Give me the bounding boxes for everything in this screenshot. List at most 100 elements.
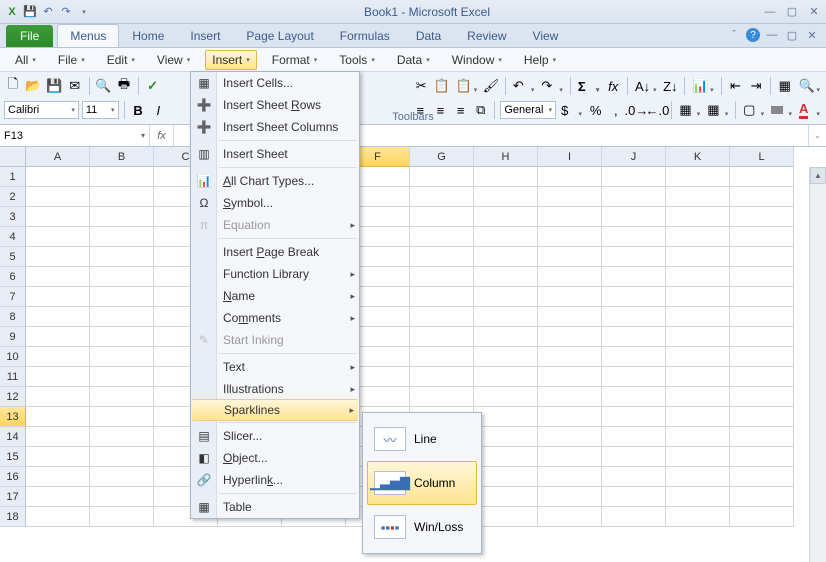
autosum-icon[interactable]: Σ (576, 77, 602, 95)
tab-page-layout[interactable]: Page Layout (233, 24, 326, 47)
menu-data[interactable]: Data▾ (390, 50, 437, 70)
undo-icon[interactable]: ↶ (511, 77, 537, 95)
menu-all[interactable]: All▾ (8, 50, 43, 70)
menu-item-hyperlink[interactable]: 🔗Hyperlink... (191, 469, 359, 491)
column-header[interactable]: G (410, 147, 474, 167)
menu-item-insert-rows[interactable]: ➕Insert Sheet Rows (191, 94, 359, 116)
row-header[interactable]: 2 (0, 187, 26, 207)
save-icon[interactable]: 💾 (45, 77, 63, 95)
column-header[interactable]: I (538, 147, 602, 167)
menu-help[interactable]: Help▾ (517, 50, 563, 70)
menu-item-page-break[interactable]: Insert Page Break (191, 241, 359, 263)
comma-icon[interactable]: , (607, 101, 624, 119)
borders-icon[interactable]: ▢ (741, 101, 766, 119)
mail-icon[interactable]: ✉ (66, 77, 84, 95)
fx-button[interactable]: fx (150, 125, 174, 146)
column-header[interactable]: K (666, 147, 730, 167)
row-header[interactable]: 8 (0, 307, 26, 327)
redo-icon[interactable]: ↷ (58, 4, 74, 20)
qat-dropdown-icon[interactable]: ▾ (76, 4, 92, 20)
column-header[interactable]: L (730, 147, 794, 167)
open-icon[interactable]: 📂 (25, 77, 43, 95)
menu-item-slicer[interactable]: ▤Slicer... (191, 425, 359, 447)
row-header[interactable]: 6 (0, 267, 26, 287)
menu-item-name[interactable]: Name▸ (191, 285, 359, 307)
sort-asc-icon[interactable]: A↓ (633, 77, 659, 95)
column-header[interactable]: J (602, 147, 666, 167)
menu-item-symbol[interactable]: ΩSymbol... (191, 192, 359, 214)
chart-icon[interactable]: 📊 (690, 77, 716, 95)
menu-format[interactable]: Format▾ (265, 50, 325, 70)
window-min-icon[interactable]: ― (764, 27, 780, 43)
row-header[interactable]: 14 (0, 427, 26, 447)
toggle-icon[interactable]: ▦ (776, 77, 794, 95)
menu-file[interactable]: File▾ (51, 50, 92, 70)
indent-icon[interactable]: ⇥ (747, 77, 765, 95)
currency-icon[interactable]: $ (559, 101, 584, 119)
column-header[interactable]: H (474, 147, 538, 167)
submenu-item-line[interactable]: 〰Line (367, 417, 477, 461)
new-icon[interactable]: 🗋 (4, 77, 22, 95)
menu-item-all-chart-types[interactable]: 📊All Chart Types... (191, 170, 359, 192)
merge-icon[interactable]: ⧉ (472, 101, 489, 119)
minimize-ribbon-icon[interactable]: ˆ (726, 27, 742, 43)
row-header[interactable]: 13 (0, 407, 26, 427)
submenu-item-column[interactable]: ▁▃▅▇Column (367, 461, 477, 505)
paste-icon[interactable]: 📋 (454, 77, 480, 95)
scroll-up-button[interactable]: ▲ (810, 167, 826, 184)
print-icon[interactable]: 🖶 (115, 77, 133, 95)
tab-insert[interactable]: Insert (177, 24, 233, 47)
number-format-combo[interactable]: General▾ (500, 101, 556, 119)
outdent-icon[interactable]: ⇤ (727, 77, 745, 95)
row-header[interactable]: 16 (0, 467, 26, 487)
window-close-icon[interactable]: ✕ (804, 27, 820, 43)
table-format-icon[interactable]: ▦ (705, 101, 730, 119)
menu-item-insert-cells[interactable]: ▦Insert Cells... (191, 72, 359, 94)
align-center-icon[interactable]: ≡ (432, 101, 449, 119)
window-restore-icon[interactable]: ▢ (784, 27, 800, 43)
help-icon[interactable]: ? (746, 28, 760, 42)
italic-icon[interactable]: I (150, 101, 167, 119)
tab-review[interactable]: Review (454, 24, 519, 47)
row-header[interactable]: 11 (0, 367, 26, 387)
fill-color-icon[interactable] (769, 101, 794, 119)
format-painter-icon[interactable]: 🖌 (482, 77, 500, 95)
menu-edit[interactable]: Edit▾ (100, 50, 142, 70)
select-all-corner[interactable] (0, 147, 26, 167)
increase-decimal-icon[interactable]: .0→ (627, 101, 645, 119)
align-right-icon[interactable]: ≡ (452, 101, 469, 119)
tab-view[interactable]: View (520, 24, 572, 47)
menu-item-function-library[interactable]: Function Library▸ (191, 263, 359, 285)
row-header[interactable]: 18 (0, 507, 26, 527)
row-header[interactable]: 10 (0, 347, 26, 367)
row-header[interactable]: 17 (0, 487, 26, 507)
print-preview-icon[interactable]: 🔍 (95, 77, 113, 95)
cond-format-icon[interactable]: ▦ (677, 101, 702, 119)
row-header[interactable]: 9 (0, 327, 26, 347)
font-name-combo[interactable]: Calibri▾ (4, 101, 79, 119)
name-box[interactable]: F13▾ (0, 125, 150, 146)
row-header[interactable]: 1 (0, 167, 26, 187)
font-size-combo[interactable]: 11▾ (82, 101, 119, 119)
tab-file[interactable]: File (6, 25, 53, 47)
menu-item-insert-columns[interactable]: ➕Insert Sheet Columns (191, 116, 359, 138)
menu-item-object[interactable]: ◧Object... (191, 447, 359, 469)
column-header[interactable]: B (90, 147, 154, 167)
tab-home[interactable]: Home (119, 24, 177, 47)
expand-formula-icon[interactable]: ⌄ (808, 125, 826, 146)
menu-item-insert-sheet[interactable]: ▥Insert Sheet (191, 143, 359, 165)
submenu-item-winloss[interactable]: ▪▪▪▪Win/Loss (367, 505, 477, 549)
fx-icon[interactable]: fx (604, 77, 622, 95)
menu-item-comments[interactable]: Comments▸ (191, 307, 359, 329)
tab-data[interactable]: Data (403, 24, 454, 47)
tab-formulas[interactable]: Formulas (327, 24, 403, 47)
menu-tools[interactable]: Tools▾ (332, 50, 382, 70)
copy-icon[interactable]: 📋 (433, 77, 451, 95)
row-header[interactable]: 5 (0, 247, 26, 267)
maximize-button[interactable]: ▢ (784, 5, 800, 19)
decrease-decimal-icon[interactable]: ←.0 (648, 101, 666, 119)
tab-menus[interactable]: Menus (57, 24, 119, 47)
spell-icon[interactable]: ✓ (144, 77, 162, 95)
save-icon[interactable]: 💾 (22, 4, 38, 20)
row-header[interactable]: 15 (0, 447, 26, 467)
